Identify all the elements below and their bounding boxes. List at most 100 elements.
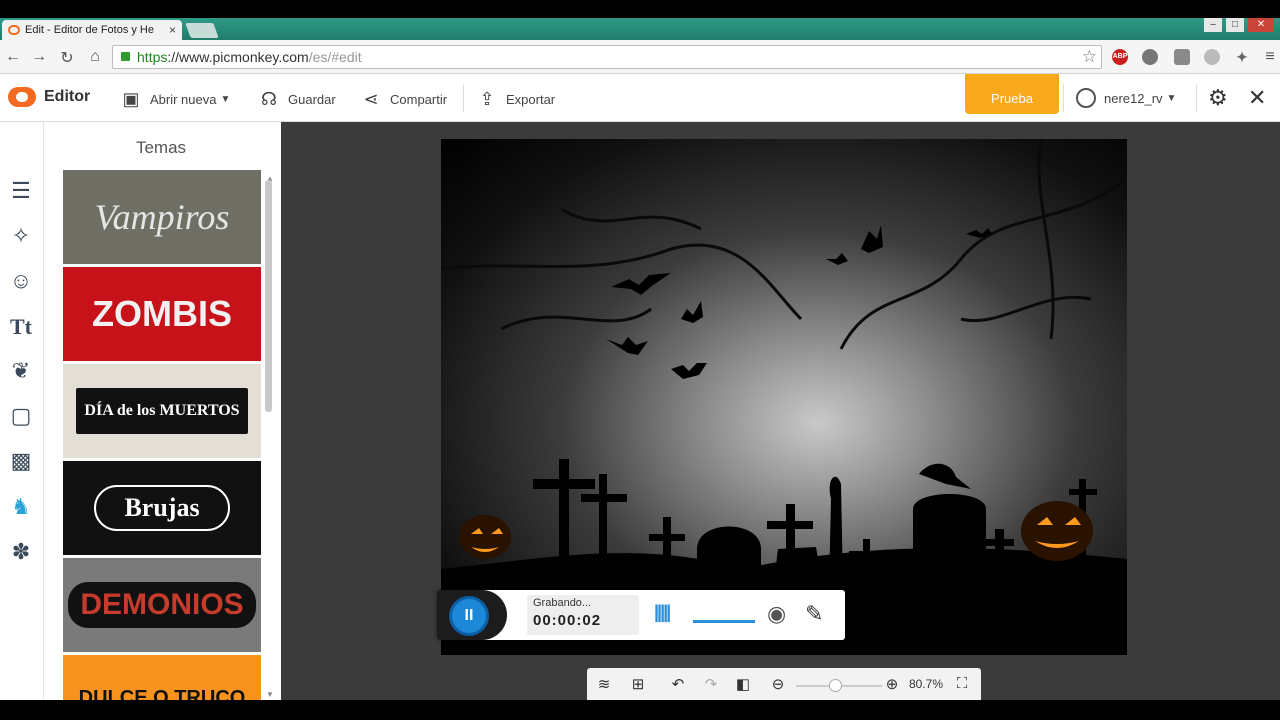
scroll-down-icon[interactable]: ▼ (266, 690, 274, 699)
frames-icon[interactable]: ▢ (6, 401, 36, 431)
picmonkey-favicon-icon (8, 25, 20, 35)
maximize-icon[interactable]: □ (1226, 18, 1244, 32)
theme-label: Brujas (124, 493, 200, 522)
theme-demonios[interactable]: DEMONIOS (63, 558, 261, 652)
ghost-extension-icon[interactable] (1142, 49, 1158, 65)
zoom-level: 80.7% (909, 677, 944, 691)
theme-vampiros[interactable]: Vampiros (63, 170, 261, 264)
webcam-icon[interactable]: ◉ (767, 601, 786, 627)
puzzle-extension-icon[interactable]: ✦ (1234, 49, 1250, 65)
upload-icon: ⇪ (479, 88, 495, 109)
export-label: Exportar (506, 91, 556, 107)
user-menu[interactable]: nere12_rv ▼ (1076, 88, 1176, 108)
settings-gear-icon[interactable]: ⚙ (1208, 85, 1228, 111)
textures-icon[interactable]: ▩ (6, 446, 36, 476)
minimize-icon[interactable]: – (1204, 18, 1222, 32)
browser-tab[interactable]: Edit - Editor de Fotos y He × (2, 20, 182, 40)
share-label: Compartir (390, 91, 448, 107)
username-label: nere12_rv (1104, 90, 1163, 106)
url-host: ://www.picmonkey.com (167, 49, 309, 65)
adblock-extension-icon[interactable]: ABP (1112, 49, 1128, 65)
add-image-icon: ▣ (122, 88, 140, 109)
text-icon[interactable]: Tt (6, 312, 36, 342)
browser-toolbar: ← → ↻ ⌂ https://www.picmonkey.com/es/#ed… (0, 40, 1280, 74)
overlays-butterfly-icon[interactable]: ❦ (6, 356, 36, 386)
close-editor-icon[interactable]: ✕ (1248, 85, 1266, 111)
extension-badge-icon[interactable] (1174, 49, 1190, 65)
export-button[interactable]: ⇪ Exportar (476, 88, 555, 110)
picmonkey-logo[interactable]: Editor (8, 87, 90, 107)
monkey-logo-icon (8, 87, 36, 107)
compare-icon[interactable]: ◧ (734, 675, 752, 693)
jack-o-lantern-left-icon (459, 515, 511, 559)
theme-dia-de-los-muertos[interactable]: DÍA de los MUERTOS (63, 364, 261, 458)
audio-level-icon: ||||| (654, 602, 671, 622)
layers-icon[interactable]: ≋ (595, 675, 613, 693)
address-bar[interactable]: https://www.picmonkey.com/es/#edit ☆ (112, 45, 1102, 69)
zoom-out-icon[interactable]: ⊖ (769, 675, 787, 693)
theme-label: Vampiros (94, 197, 230, 237)
basic-edits-sliders-icon[interactable]: ☰ (6, 176, 36, 206)
url-scheme: https (137, 49, 168, 65)
fullscreen-icon[interactable]: ⛶ (953, 675, 971, 692)
themes-cat-icon[interactable]: ♞ (6, 492, 36, 522)
themes-scrollbar[interactable] (265, 180, 272, 412)
divider (1063, 84, 1064, 112)
back-icon[interactable]: ← (4, 48, 22, 66)
user-avatar-icon (1076, 88, 1096, 108)
theme-label: DÍA de los MUERTOS (84, 402, 240, 419)
divider (1196, 84, 1197, 112)
editor-label: Editor (44, 88, 91, 105)
left-panel: ☰ ✧ ☺ Tt ❦ ▢ ▩ ♞ ✽ Temas Vampiros ZOMBIS… (0, 122, 281, 700)
theme-label: DULCE O TRUCO (78, 687, 246, 700)
themes-panel: Temas Vampiros ZOMBIS DÍA de los MUERTOS… (44, 122, 281, 700)
theme-brujas[interactable]: Brujas (63, 461, 261, 555)
tab-title: Edit - Editor de Fotos y He (25, 24, 154, 36)
lock-icon (121, 52, 130, 61)
tool-rail: ☰ ✧ ☺ Tt ❦ ▢ ▩ ♞ ✽ (0, 122, 44, 700)
window-close-icon[interactable]: ✕ (1248, 18, 1274, 32)
open-new-button[interactable]: ▣ Abrir nueva ▼ (120, 88, 230, 110)
theme-dulce-o-truco[interactable]: DULCE O TRUCO (63, 655, 261, 700)
undo-icon[interactable]: ↶ (669, 675, 687, 693)
new-tab-button[interactable] (185, 23, 219, 38)
divider (463, 84, 464, 112)
browser-menu-icon[interactable]: ≡ (1262, 49, 1278, 65)
zoom-in-icon[interactable]: ⊕ (883, 675, 901, 693)
bookmark-star-icon[interactable]: ☆ (1082, 46, 1097, 68)
theme-zombis[interactable]: ZOMBIS (63, 267, 261, 361)
tumblr-icon[interactable]: ✽ (6, 537, 36, 567)
zoom-slider-handle[interactable] (829, 679, 842, 692)
recording-timer: 00:00:02 (533, 612, 602, 629)
pencil-draw-icon[interactable]: ✎ (805, 601, 823, 627)
trial-button[interactable]: Prueba (965, 74, 1059, 114)
recording-status: Grabando... 00:00:02 (527, 595, 639, 635)
reload-icon[interactable]: ↻ (58, 48, 76, 68)
save-label: Guardar (288, 91, 336, 107)
url-path: /es/#edit (308, 49, 362, 65)
share-icon: ⋖ (363, 88, 379, 109)
home-icon[interactable]: ⌂ (86, 48, 104, 66)
save-button[interactable]: ☊ Guardar (258, 88, 336, 110)
chevron-down-icon: ▼ (1166, 92, 1177, 104)
extension-icon[interactable] (1204, 49, 1220, 65)
touch-up-face-icon[interactable]: ☺ (6, 266, 36, 296)
tab-close-icon[interactable]: × (169, 23, 176, 37)
forward-icon[interactable]: → (30, 48, 48, 66)
volume-slider[interactable] (693, 620, 755, 623)
browser-tabstrip: Edit - Editor de Fotos y He × – □ ✕ (0, 18, 1280, 40)
open-new-label: Abrir nueva (150, 91, 217, 107)
theme-label: DEMONIOS (80, 588, 244, 621)
jack-o-lantern-right-icon (1021, 501, 1093, 561)
pause-recording-button[interactable]: II (449, 596, 489, 636)
headphones-save-icon: ☊ (261, 88, 277, 109)
halloween-graveyard-image[interactable] (441, 139, 1127, 655)
redo-icon[interactable]: ↷ (702, 675, 720, 693)
screen-recorder-bar: II Grabando... 00:00:02 ||||| ◉ ✎ (437, 590, 845, 640)
effects-wand-icon[interactable]: ✧ (6, 221, 36, 251)
theme-label: ZOMBIS (92, 293, 232, 334)
grid-icon[interactable]: ⊞ (629, 675, 647, 693)
canvas-bottom-toolbar: ≋ ⊞ ↶ ↷ ◧ ⊖ ⊕ 80.7% ⛶ (587, 668, 981, 700)
recording-label: Grabando... (533, 597, 592, 609)
share-button[interactable]: ⋖ Compartir (360, 88, 447, 110)
